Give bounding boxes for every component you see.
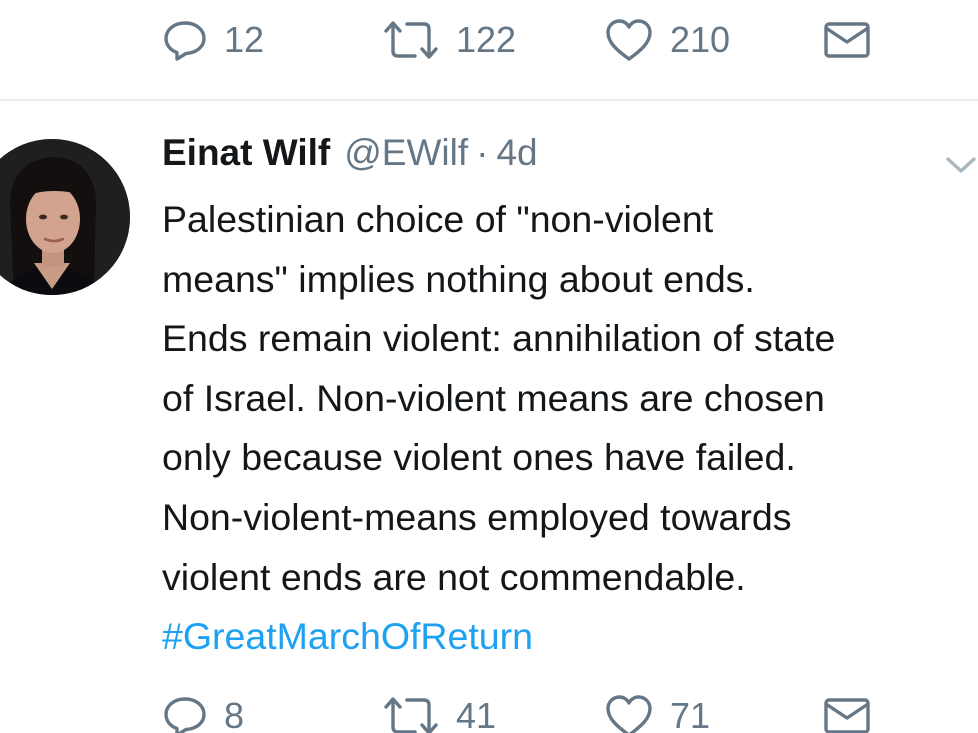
retweet-icon [384, 21, 438, 59]
direct-message-button[interactable] [823, 10, 871, 70]
like-icon [606, 19, 652, 61]
tweet-action-bar: 8 41 71 [0, 686, 978, 733]
like-count: 210 [670, 19, 731, 60]
reply-button[interactable]: 8 [162, 686, 244, 733]
like-count: 71 [670, 695, 711, 733]
tweet-text-line: Ends remain violent: annihilation of sta… [162, 317, 836, 360]
reply-icon [164, 21, 206, 61]
retweet-button[interactable]: 122 [382, 10, 516, 70]
like-button[interactable]: 71 [604, 686, 710, 733]
direct-message-icon [824, 698, 870, 733]
reply-icon [164, 697, 206, 733]
author-handle[interactable]: @EWilf [344, 132, 468, 174]
tweet-text-line: of Israel. Non-violent means are chosen [162, 376, 825, 419]
tweet-timeline: 12 122 210 Einat Wilf @EWilf · 4d Palest… [0, 0, 978, 733]
author-name[interactable]: Einat Wilf [162, 132, 330, 174]
retweet-icon [384, 697, 438, 733]
tweet-header: Einat Wilf @EWilf · 4d [162, 132, 538, 188]
reply-count: 12 [224, 19, 265, 60]
prev-tweet-action-bar: 12 122 210 [0, 10, 978, 70]
profile-photo [0, 139, 130, 295]
tweet-text: Palestinian choice of "non-violent means… [162, 190, 978, 667]
retweet-count: 122 [456, 19, 517, 60]
header-separator: · [476, 132, 489, 173]
direct-message-icon [824, 22, 870, 58]
tweet-divider [0, 99, 978, 101]
hashtag-link[interactable]: #GreatMarchOfReturn [162, 607, 978, 667]
reply-button[interactable]: 12 [162, 10, 264, 70]
retweet-count: 41 [456, 695, 497, 733]
retweet-button[interactable]: 41 [382, 686, 496, 733]
tweet-text-line: only because violent ones have failed. [162, 436, 796, 479]
like-button[interactable]: 210 [604, 10, 730, 70]
tweet-text-line: Palestinian choice of "non-violent [162, 198, 714, 240]
chevron-down-icon [946, 157, 976, 173]
like-icon [606, 695, 652, 733]
tweet-text-line: means" implies nothing about ends. [162, 257, 755, 300]
direct-message-button[interactable] [823, 686, 871, 733]
tweet-timestamp[interactable]: 4d [496, 132, 537, 174]
avatar[interactable] [0, 139, 130, 295]
reply-count: 8 [224, 695, 245, 733]
tweet-text-line: violent ends are not commendable. [162, 555, 746, 598]
tweet-text-line: Non-violent-means employed towards [162, 495, 792, 538]
tweet-menu-button[interactable] [944, 152, 978, 178]
